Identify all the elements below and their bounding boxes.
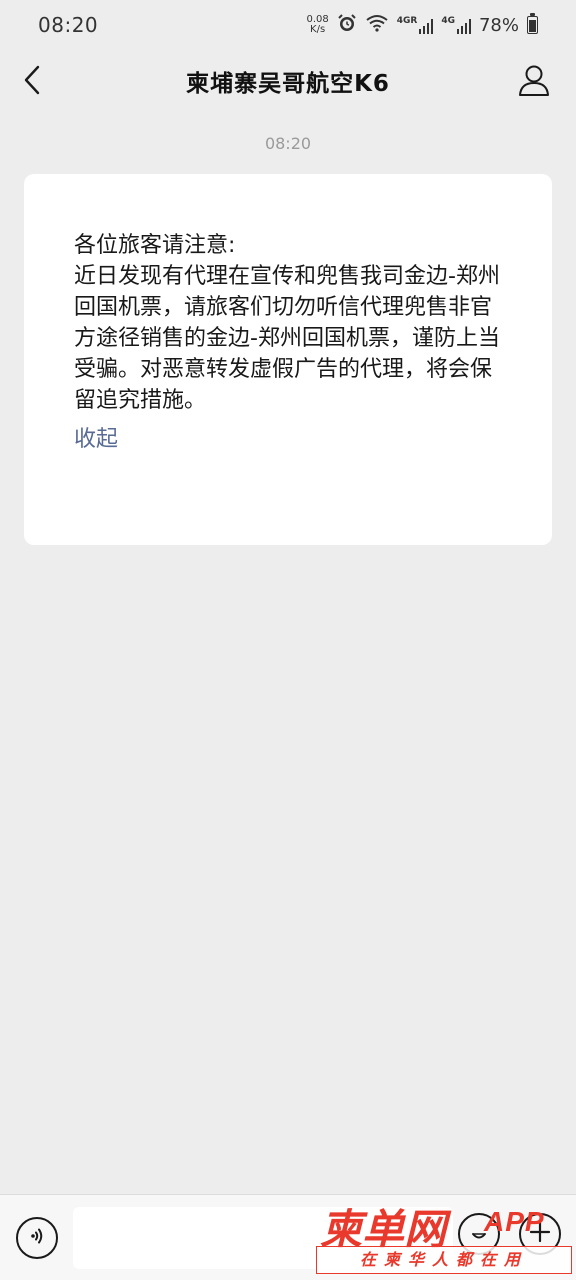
network-speed: 0.08 K/s — [306, 15, 328, 35]
wifi-icon — [365, 13, 389, 38]
message-input[interactable] — [73, 1207, 453, 1269]
notice-heading: 各位旅客请注意: — [74, 233, 236, 258]
status-time: 08:20 — [38, 13, 99, 37]
emoji-icon — [467, 1220, 491, 1248]
more-button[interactable] — [519, 1213, 561, 1255]
back-icon[interactable] — [14, 60, 50, 100]
status-bar: 08:20 0.08 K/s 4GR 4G 78% — [0, 0, 576, 50]
profile-icon[interactable] — [514, 58, 554, 102]
battery-icon — [527, 13, 538, 34]
status-icons: 0.08 K/s 4GR 4G 78% — [306, 13, 538, 38]
battery-percent: 78% — [478, 14, 519, 36]
page-title: 柬埔寨吴哥航空K6 — [186, 71, 390, 97]
collapse-link[interactable]: 收起 — [74, 424, 118, 455]
signal-1-label: 4GR — [396, 16, 418, 26]
nav-bar: 柬埔寨吴哥航空K6 — [0, 50, 576, 112]
network-speed-unit: K/s — [310, 24, 326, 35]
emoji-button[interactable] — [458, 1213, 500, 1255]
signal-2-label: 4G — [441, 16, 455, 26]
alarm-icon — [337, 13, 357, 38]
signal-2-bars-icon — [456, 18, 471, 34]
plus-icon — [528, 1220, 552, 1248]
voice-button[interactable] — [16, 1217, 58, 1259]
notice-body: 近日发现有代理在宣传和兜售我司金边-郑州回国机票，请旅客们切勿听信代理兜售非官方… — [74, 264, 500, 413]
message-timestamp: 08:20 — [264, 134, 312, 153]
voice-icon — [26, 1225, 48, 1251]
signal-2: 4G — [441, 16, 471, 34]
notice-card: 各位旅客请注意: 近日发现有代理在宣传和兜售我司金边-郑州回国机票，请旅客们切勿… — [24, 174, 552, 545]
signal-1: 4GR — [397, 16, 434, 34]
signal-1-bars-icon — [419, 18, 434, 34]
input-bar — [0, 1194, 576, 1280]
